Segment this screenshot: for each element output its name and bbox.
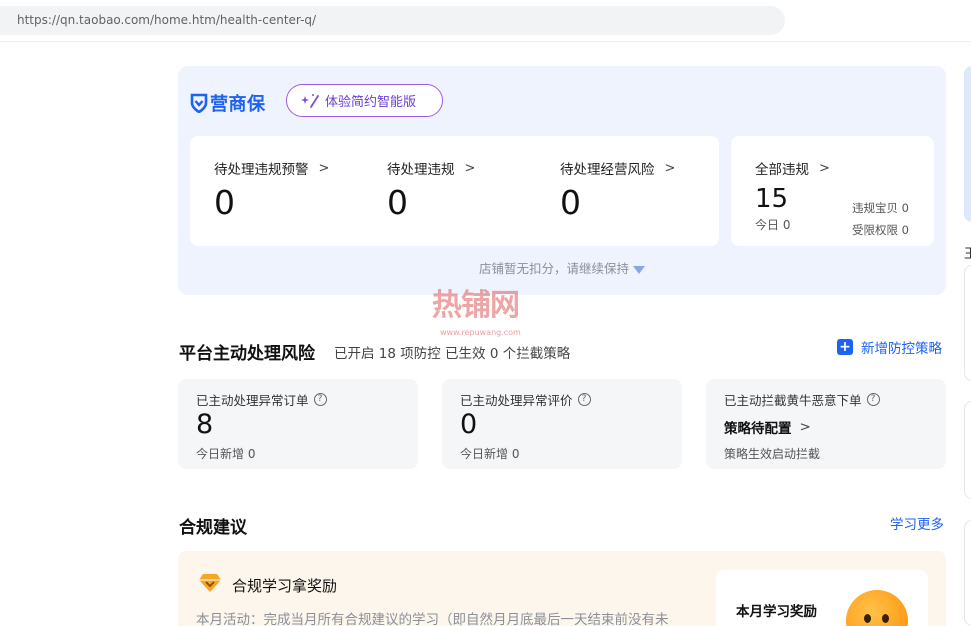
- card-label: 已主动处理异常评价: [460, 393, 573, 408]
- compliance-title: 合规建议: [179, 518, 247, 538]
- reward-title: 本月学习奖励: [736, 604, 817, 620]
- watermark: 热铺网 www.repuwang.com: [432, 288, 521, 338]
- chevron-right-icon: >: [819, 160, 830, 176]
- right-panel-edge: [964, 520, 971, 626]
- compliance-learning-card: 合规学习拿奖励 本月活动：完成当月所有合规建议的学习（即自然月月底最后一天结束前…: [178, 551, 946, 626]
- mascot-eye: [864, 614, 871, 623]
- stat-value: 0: [214, 183, 235, 222]
- add-strategy-button[interactable]: + 新增防控策略: [837, 337, 942, 357]
- all-violations-label: 全部违规: [755, 162, 809, 178]
- chevron-right-icon: >: [318, 160, 330, 176]
- stat-label: 待处理经营风险: [560, 162, 655, 178]
- pending-label: 策略待配置: [724, 421, 792, 437]
- help-icon[interactable]: ?: [866, 393, 880, 406]
- keep-message[interactable]: 店铺暂无扣分，请继续保持: [178, 258, 946, 277]
- right-panel-edge: [964, 66, 971, 222]
- logo: 营商保: [190, 90, 266, 116]
- strategy-pending-link[interactable]: 策略待配置 >: [724, 417, 811, 437]
- watermark-url: www.repuwang.com: [440, 328, 521, 337]
- caret-down-icon: [633, 265, 645, 274]
- add-strategy-label: 新增防控策略: [861, 341, 942, 357]
- trial-simple-version-button[interactable]: 体验简约智能版: [286, 84, 443, 117]
- address-bar[interactable]: https://qn.taobao.com/home.htm/health-ce…: [0, 6, 785, 35]
- all-violations-box: 全部违规 > 15 今日 0 违规宝贝 0 受限权限 0: [731, 136, 934, 246]
- help-icon[interactable]: ?: [313, 393, 327, 406]
- card-foot: 今日新增 0: [460, 447, 520, 461]
- card-foot: 今日新增 0: [196, 447, 256, 461]
- diamond-icon: [199, 574, 221, 592]
- card-title: 合规学习拿奖励: [232, 577, 338, 595]
- chevron-right-icon: >: [799, 419, 811, 435]
- mascot-eye: [882, 614, 889, 623]
- abnormal-orders-card[interactable]: 已主动处理异常订单? 8 今日新增 0: [178, 379, 418, 469]
- stat-value: 0: [560, 183, 581, 222]
- card-label: 已主动处理异常订单: [196, 393, 309, 408]
- platform-risk-subtitle: 已开启 18 项防控 已生效 0 个拦截策略: [334, 346, 571, 362]
- pending-stats-box: 待处理违规预警 > 0 待处理违规 > 0 待处理经营风险 > 0: [190, 136, 719, 246]
- platform-risk-title: 平台主动处理风险: [179, 344, 315, 364]
- watermark-logo: 热铺网: [432, 288, 520, 323]
- logo-text: 营商保: [210, 94, 266, 115]
- url-text: https://qn.taobao.com/home.htm/health-ce…: [17, 13, 317, 27]
- mascot-image: [846, 590, 908, 626]
- overview-card: 营商保 体验简约智能版 待处理违规预警 > 0 待处理违规 > 0 待处理经营风险 >…: [178, 66, 946, 295]
- chevron-right-icon: >: [664, 160, 676, 176]
- right-panel-glyph: 王: [964, 247, 971, 262]
- card-value: 0: [460, 409, 478, 440]
- right-panel-edge: [964, 265, 971, 381]
- chevron-right-icon: >: [464, 160, 476, 176]
- restricted-permissions-count: 受限权限 0: [852, 223, 909, 237]
- all-violations-count: 15: [755, 184, 789, 214]
- plus-icon: +: [837, 339, 853, 355]
- card-foot: 策略生效启动拦截: [724, 447, 821, 461]
- all-violations-stat[interactable]: 全部违规 > 15 今日 0: [755, 158, 830, 233]
- keep-message-text: 店铺暂无扣分，请继续保持: [478, 261, 629, 276]
- stat-value: 0: [387, 183, 408, 222]
- divider: [0, 41, 971, 42]
- card-description: 本月活动：完成当月所有合规建议的学习（即自然月月底最后一天结束前没有未: [196, 612, 669, 626]
- scalper-block-card[interactable]: 已主动拦截黄牛恶意下单? 策略待配置 > 策略生效启动拦截: [706, 379, 946, 469]
- learn-more-link[interactable]: 学习更多: [890, 513, 944, 533]
- abnormal-reviews-card[interactable]: 已主动处理异常评价? 0 今日新增 0: [442, 379, 682, 469]
- help-icon[interactable]: ?: [577, 393, 591, 406]
- today-count: 今日 0: [755, 218, 791, 232]
- shield-logo-icon: [190, 93, 208, 113]
- trial-button-label: 体验简约智能版: [325, 95, 417, 110]
- pending-violations-stat[interactable]: 待处理违规 > 0: [387, 158, 476, 222]
- pending-business-risk-stat[interactable]: 待处理经营风险 > 0: [560, 158, 676, 222]
- sparkle-wand-icon: [301, 93, 319, 108]
- pending-warnings-stat[interactable]: 待处理违规预警 > 0: [214, 158, 330, 222]
- violation-items-count: 违规宝贝 0: [852, 201, 909, 215]
- right-panel-edge: [964, 401, 971, 499]
- monthly-reward-panel[interactable]: 本月学习奖励: [716, 570, 928, 626]
- stat-label: 待处理违规预警: [214, 162, 309, 178]
- stat-label: 待处理违规: [387, 162, 455, 178]
- card-label: 已主动拦截黄牛恶意下单: [724, 393, 862, 408]
- card-value: 8: [196, 409, 214, 440]
